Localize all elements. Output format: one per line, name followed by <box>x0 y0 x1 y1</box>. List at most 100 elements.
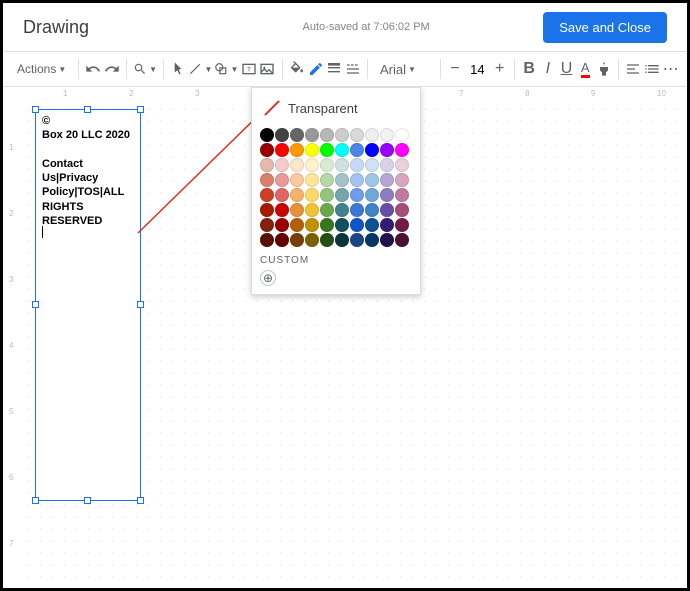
color-swatch[interactable] <box>320 143 334 157</box>
color-swatch[interactable] <box>305 218 319 232</box>
color-swatch[interactable] <box>320 233 334 247</box>
color-swatch[interactable] <box>320 203 334 217</box>
color-swatch[interactable] <box>335 173 349 187</box>
text-color-button[interactable]: A <box>577 57 594 81</box>
color-swatch[interactable] <box>365 233 379 247</box>
color-swatch[interactable] <box>290 218 304 232</box>
color-swatch[interactable] <box>380 143 394 157</box>
font-selector[interactable]: Arial▼ <box>374 57 434 81</box>
color-swatch[interactable] <box>305 188 319 202</box>
color-swatch[interactable] <box>320 173 334 187</box>
color-swatch[interactable] <box>260 203 274 217</box>
color-swatch[interactable] <box>275 203 289 217</box>
color-swatch[interactable] <box>395 158 409 172</box>
color-swatch[interactable] <box>275 218 289 232</box>
color-swatch[interactable] <box>380 158 394 172</box>
color-swatch[interactable] <box>380 128 394 142</box>
color-swatch[interactable] <box>290 173 304 187</box>
color-swatch[interactable] <box>335 218 349 232</box>
color-swatch[interactable] <box>395 233 409 247</box>
color-swatch[interactable] <box>365 173 379 187</box>
resize-handle-se[interactable] <box>137 497 144 504</box>
textbox-tool[interactable]: T <box>240 57 257 81</box>
italic-button[interactable]: I <box>539 57 556 81</box>
color-swatch[interactable] <box>395 143 409 157</box>
resize-handle-w[interactable] <box>32 301 39 308</box>
color-swatch[interactable] <box>365 158 379 172</box>
color-swatch[interactable] <box>350 233 364 247</box>
image-tool[interactable] <box>259 57 276 81</box>
actions-menu[interactable]: Actions▼ <box>11 57 72 81</box>
color-swatch[interactable] <box>320 128 334 142</box>
line-tool[interactable]: ▼ <box>188 57 212 81</box>
color-swatch[interactable] <box>275 158 289 172</box>
align-button[interactable] <box>625 57 642 81</box>
color-swatch[interactable] <box>305 143 319 157</box>
color-swatch[interactable] <box>305 128 319 142</box>
color-swatch[interactable] <box>305 233 319 247</box>
color-swatch[interactable] <box>260 173 274 187</box>
transparent-option[interactable]: Transparent <box>260 96 412 120</box>
undo-button[interactable] <box>85 57 102 81</box>
color-swatch[interactable] <box>365 128 379 142</box>
more-button[interactable]: ⋯ <box>662 57 679 81</box>
color-swatch[interactable] <box>380 188 394 202</box>
color-swatch[interactable] <box>350 128 364 142</box>
underline-button[interactable]: U <box>558 57 575 81</box>
color-swatch[interactable] <box>290 158 304 172</box>
border-weight-button[interactable] <box>326 57 343 81</box>
color-swatch[interactable] <box>305 203 319 217</box>
redo-button[interactable] <box>104 57 121 81</box>
color-swatch[interactable] <box>335 203 349 217</box>
selected-textbox[interactable]: © Box 20 LLC 2020 Contact Us|Privacy Pol… <box>35 109 141 501</box>
resize-handle-ne[interactable] <box>137 106 144 113</box>
color-swatch[interactable] <box>380 233 394 247</box>
color-swatch[interactable] <box>320 158 334 172</box>
color-swatch[interactable] <box>305 173 319 187</box>
color-swatch[interactable] <box>395 203 409 217</box>
color-swatch[interactable] <box>290 188 304 202</box>
color-swatch[interactable] <box>350 143 364 157</box>
color-swatch[interactable] <box>290 203 304 217</box>
color-swatch[interactable] <box>350 158 364 172</box>
color-swatch[interactable] <box>290 128 304 142</box>
color-swatch[interactable] <box>320 218 334 232</box>
resize-handle-s[interactable] <box>84 497 91 504</box>
color-swatch[interactable] <box>350 188 364 202</box>
color-swatch[interactable] <box>395 188 409 202</box>
zoom-button[interactable]: ▼ <box>133 57 157 81</box>
color-swatch[interactable] <box>395 128 409 142</box>
color-swatch[interactable] <box>365 203 379 217</box>
color-swatch[interactable] <box>395 218 409 232</box>
save-and-close-button[interactable]: Save and Close <box>543 12 667 43</box>
color-swatch[interactable] <box>290 233 304 247</box>
color-swatch[interactable] <box>260 218 274 232</box>
textbox-text[interactable]: © Box 20 LLC 2020 Contact Us|Privacy Pol… <box>36 110 140 232</box>
color-swatch[interactable] <box>275 128 289 142</box>
font-increase-button[interactable]: + <box>491 57 508 81</box>
resize-handle-e[interactable] <box>137 301 144 308</box>
font-decrease-button[interactable]: − <box>447 57 464 81</box>
border-color-button[interactable] <box>307 57 324 81</box>
color-swatch[interactable] <box>380 173 394 187</box>
color-swatch[interactable] <box>335 188 349 202</box>
border-dash-button[interactable] <box>345 57 362 81</box>
resize-handle-sw[interactable] <box>32 497 39 504</box>
color-swatch[interactable] <box>350 173 364 187</box>
bold-button[interactable]: B <box>521 57 538 81</box>
color-swatch[interactable] <box>365 218 379 232</box>
color-swatch[interactable] <box>260 233 274 247</box>
font-size-input[interactable]: 14 <box>465 62 489 77</box>
color-swatch[interactable] <box>365 143 379 157</box>
color-swatch[interactable] <box>380 203 394 217</box>
color-swatch[interactable] <box>305 158 319 172</box>
color-swatch[interactable] <box>335 128 349 142</box>
resize-handle-nw[interactable] <box>32 106 39 113</box>
select-tool[interactable] <box>170 57 187 81</box>
color-swatch[interactable] <box>260 158 274 172</box>
color-swatch[interactable] <box>335 143 349 157</box>
color-swatch[interactable] <box>335 158 349 172</box>
add-custom-color-button[interactable]: ⊕ <box>260 270 276 286</box>
fill-color-button[interactable] <box>289 57 306 81</box>
shape-tool[interactable]: ▼ <box>214 57 238 81</box>
